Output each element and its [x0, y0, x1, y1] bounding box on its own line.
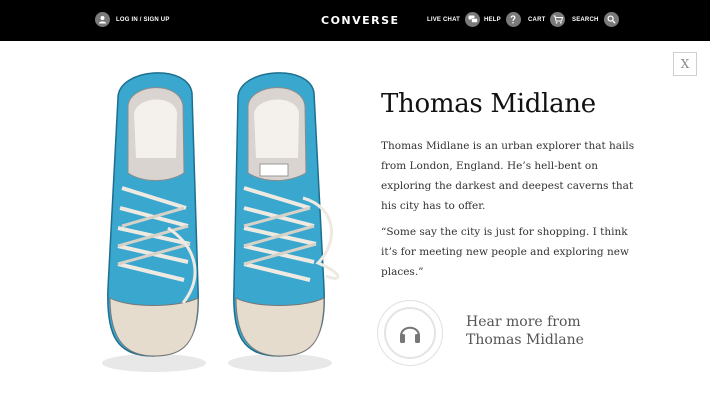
cart-icon [550, 12, 566, 27]
live-chat-link[interactable]: LIVE CHAT [427, 12, 481, 27]
hear-more-link[interactable]: Hear more from Thomas Midlane [466, 313, 626, 349]
top-navigation-bar: LOG IN / SIGN UP CONVERSE LIVE CHAT HELP… [0, 0, 710, 41]
cart-label: CART [528, 16, 546, 23]
play-audio-button[interactable] [377, 300, 443, 366]
help-link[interactable]: HELP [484, 12, 521, 27]
audio-button-ring [384, 307, 436, 359]
login-signup-link[interactable]: LOG IN / SIGN UP [95, 12, 170, 27]
search-label: SEARCH [572, 16, 599, 23]
cart-link[interactable]: CART [528, 12, 566, 27]
login-signup-label: LOG IN / SIGN UP [116, 16, 170, 23]
profile-name-heading: Thomas Midlane [381, 89, 596, 119]
user-icon [95, 12, 110, 27]
hear-more-line2: Thomas Midlane [466, 332, 584, 348]
headphones-icon [400, 326, 420, 343]
close-button[interactable]: X [673, 52, 697, 76]
chat-bubbles-icon [465, 12, 481, 27]
profile-bio: Thomas Midlane is an urban explorer that… [381, 140, 635, 212]
live-chat-label: LIVE CHAT [427, 16, 461, 23]
profile-quote: “Some say the city is just for shopping.… [381, 226, 629, 278]
help-label: HELP [484, 16, 501, 23]
sneakers-image [102, 72, 340, 372]
hear-more-line1: Hear more from [466, 314, 581, 330]
search-icon [603, 12, 619, 27]
search-link[interactable]: SEARCH [572, 12, 619, 27]
converse-logo[interactable]: CONVERSE [321, 14, 400, 27]
question-icon [505, 12, 521, 27]
